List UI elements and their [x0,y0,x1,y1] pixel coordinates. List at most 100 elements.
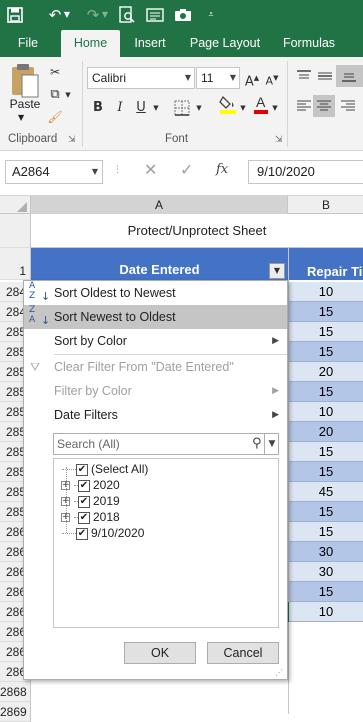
print-preview-icon[interactable] [116,4,138,26]
tree-item-2020[interactable]: + ✔ 2020 [61,477,120,493]
repair-time-cell[interactable]: 15 [289,342,363,362]
formula-input[interactable]: 9/10/2020 [248,160,363,184]
column-header-b[interactable]: B [289,196,363,214]
paste-icon[interactable] [8,63,42,101]
repair-time-cell[interactable]: 10 [289,402,363,422]
repair-time-cell[interactable]: 15 [289,442,363,462]
repair-time-cell[interactable]: 15 [289,582,363,602]
align-center-icon[interactable] [313,95,335,117]
checkbox-checked-icon[interactable]: ✔ [78,495,90,508]
bold-button[interactable]: B [90,97,106,119]
name-box[interactable]: A2864 ▼ [5,160,103,184]
resize-grip-icon[interactable]: ⋰ [275,668,283,677]
repair-time-cell[interactable]: 45 [289,482,363,502]
repair-time-cell[interactable]: 15 [289,522,363,542]
repair-time-cell[interactable]: 15 [289,382,363,402]
format-painter-icon[interactable]: 🖌 [46,106,64,128]
repair-time-cell[interactable]: 15 [289,322,363,342]
clipboard-launcher-icon[interactable]: ⇲ [68,135,76,145]
sort-by-color-item[interactable]: Sort by Color ▶ [24,329,287,353]
checkbox-checked-icon[interactable]: ✔ [78,479,90,492]
copy-icon[interactable]: ⧉ [46,84,64,106]
redo-dropdown-icon[interactable]: ▼ [100,4,110,26]
tab-file[interactable]: File [8,30,48,57]
merged-title-cell[interactable]: Protect/Unprotect Sheet [31,214,363,248]
customize-icon[interactable]: ⩡ [200,4,222,26]
sort-oldest-item[interactable]: AZ ↓ Sort Oldest to Newest [24,281,287,305]
expand-icon[interactable]: + [61,513,70,523]
font-name-combo[interactable]: Calibri ▼ [87,67,195,89]
column-header-a[interactable]: A [31,196,288,214]
repair-time-cell[interactable]: 15 [289,302,363,322]
repair-time-cell[interactable]: 30 [289,562,363,582]
filter-by-color-item[interactable]: Filter by Color ▶ [24,379,287,403]
ok-button[interactable]: OK [124,642,196,664]
undo-dropdown-icon[interactable]: ▼ [62,4,72,26]
underline-button[interactable]: U [133,97,149,119]
row-header[interactable]: 1 [0,248,31,280]
tree-item-select-all[interactable]: ✔ (Select All) [62,461,148,477]
font-size-combo[interactable]: 11 ▼ [196,67,240,89]
cancel-button[interactable]: Cancel [207,642,279,664]
tree-item-2019[interactable]: + ✔ 2019 [61,493,120,509]
tab-insert[interactable]: Insert [126,30,174,57]
copy-dropdown-icon[interactable]: ▼ [64,84,72,106]
chevron-down-icon[interactable]: ▼ [264,434,279,454]
align-left-icon[interactable] [296,99,312,116]
fill-color-icon[interactable] [218,93,238,115]
resize-handle-icon[interactable]: ⋮ [113,165,122,175]
header-cell-repair-time[interactable]: Repair Tim [289,248,363,280]
repair-time-cell[interactable]: 15 [289,462,363,482]
repair-time-cell[interactable]: 20 [289,362,363,382]
tree-item-2018[interactable]: + ✔ 2018 [61,509,120,525]
font-launcher-icon[interactable]: ⇲ [275,135,283,145]
header-cell-date-entered[interactable]: Date Entered ▼ [31,248,288,280]
filter-dropdown-button[interactable]: ▼ [269,263,285,279]
cancel-icon[interactable]: ✕ [144,160,157,179]
italic-button[interactable]: I [112,97,128,119]
fill-color-dropdown-icon[interactable]: ▼ [238,97,248,119]
checkbox-checked-icon[interactable]: ✔ [76,527,88,540]
align-middle-icon[interactable] [317,69,333,86]
expand-icon[interactable]: + [61,481,70,491]
repair-time-cell[interactable]: 15 [289,502,363,522]
enter-icon[interactable]: ✓ [180,160,193,179]
borders-dropdown-icon[interactable]: ▼ [194,97,204,119]
row-header[interactable]: 2869 [0,702,31,722]
repair-time-cell[interactable]: 10 [289,602,363,622]
repair-time-cell[interactable]: 20 [289,422,363,442]
tab-home[interactable]: Home [61,30,120,57]
repair-time-cell[interactable]: 10 [289,282,363,302]
search-icon[interactable]: ⚲ [252,436,262,451]
clear-filter-item[interactable]: ⛛ Clear Filter From "Date Entered" [24,355,287,379]
borders-icon[interactable] [172,97,192,119]
tree-item-date[interactable]: ✔ 9/10/2020 [62,525,144,541]
row-header-blank[interactable] [0,214,31,248]
checkbox-checked-icon[interactable]: ✔ [76,463,88,476]
font-color-dropdown-icon[interactable]: ▼ [270,97,280,119]
checkbox-checked-icon[interactable]: ✔ [78,511,90,524]
align-top-icon[interactable] [296,69,312,86]
expand-icon[interactable]: + [61,497,70,507]
paste-dropdown-icon[interactable]: ▼ [18,113,24,122]
sort-newest-item[interactable]: ZA ↓ Sort Newest to Oldest [24,305,287,329]
cut-icon[interactable]: ✂ [46,61,64,83]
filter-search-box[interactable]: Search (All) ⚲ ▼ [53,433,279,455]
repair-time-cell[interactable]: 30 [289,542,363,562]
chevron-down-icon[interactable]: ▼ [92,161,98,183]
tab-page-layout[interactable]: Page Layout [184,30,266,57]
grow-font-icon[interactable]: A▲ [244,67,260,89]
select-all-corner[interactable] [0,196,31,214]
save-icon[interactable] [4,4,26,26]
font-color-icon[interactable]: A [252,93,270,115]
date-filters-item[interactable]: Date Filters ▶ [24,403,287,427]
align-bottom-icon[interactable] [336,65,363,87]
form-icon[interactable] [144,4,166,26]
paste-label[interactable]: Paste [8,97,42,111]
insert-function-icon[interactable]: fx [216,162,228,177]
shrink-font-icon[interactable]: A▼ [264,67,280,89]
tab-formulas[interactable]: Formulas [276,30,342,57]
underline-dropdown-icon[interactable]: ▼ [151,97,161,119]
align-right-icon[interactable] [340,99,356,116]
row-header[interactable]: 2868 [0,682,31,702]
